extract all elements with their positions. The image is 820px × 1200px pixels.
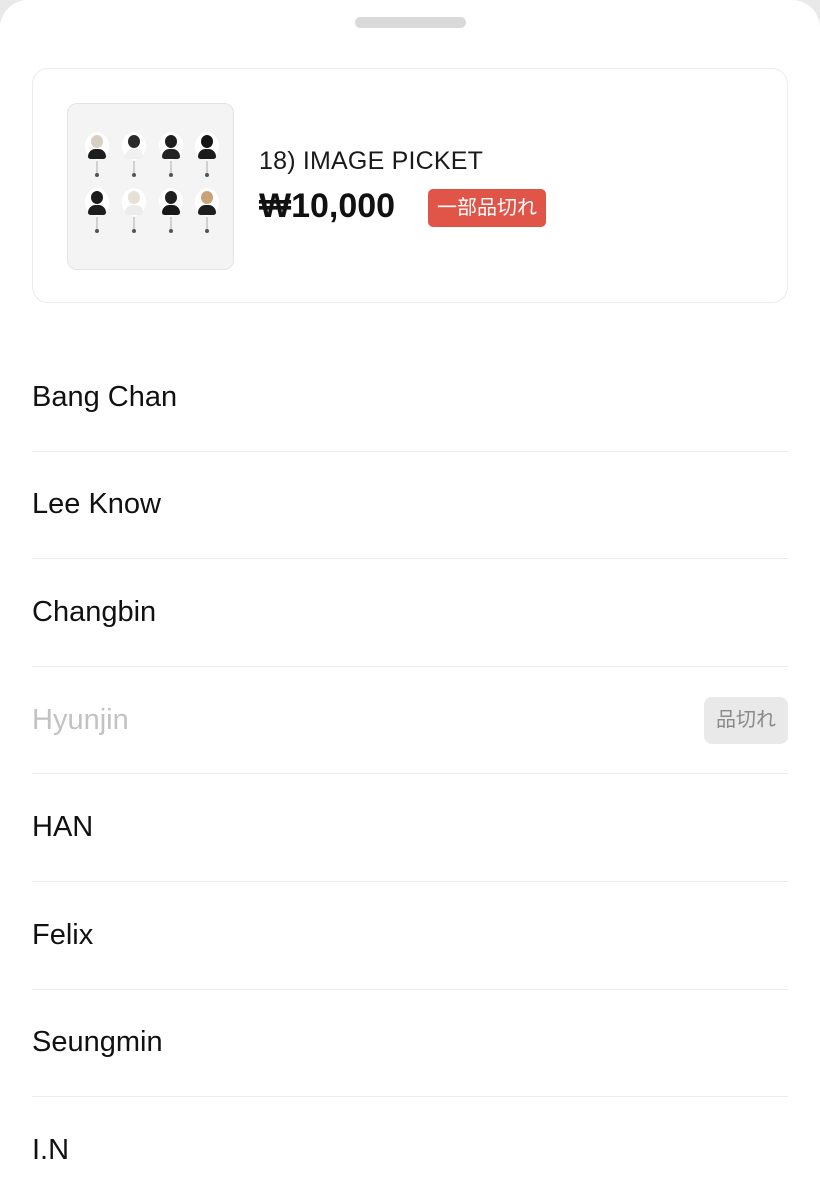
picket-icon — [115, 132, 152, 188]
option-label: Hyunjin — [32, 703, 129, 736]
option-hyunjin: Hyunjin 品切れ — [32, 667, 788, 775]
picket-icon — [152, 132, 189, 188]
product-thumbnail — [67, 103, 234, 270]
option-label: I.N — [32, 1134, 70, 1167]
product-price: ₩10,000 — [259, 187, 396, 225]
sold-out-badge: 品切れ — [704, 696, 788, 744]
option-select-sheet: 18) IMAGE PICKET ₩10,000 一部品切れ Bang Chan… — [0, 0, 820, 1200]
picket-icon — [188, 188, 225, 244]
picket-photo-set-icon — [78, 132, 225, 244]
sheet-drag-handle[interactable] — [355, 17, 466, 28]
picket-icon — [115, 188, 152, 244]
product-name: 18) IMAGE PICKET — [259, 147, 484, 175]
picket-icon — [152, 188, 189, 244]
picket-icon — [188, 132, 225, 188]
option-bang-chan[interactable]: Bang Chan — [32, 344, 788, 452]
option-seungmin[interactable]: Seungmin — [32, 990, 788, 1098]
picket-icon — [78, 188, 115, 244]
option-han[interactable]: HAN — [32, 774, 788, 882]
option-label: Seungmin — [32, 1026, 163, 1059]
member-option-list: Bang Chan Lee Know Changbin Hyunjin 品切れ … — [32, 344, 788, 1200]
option-label: Lee Know — [32, 488, 161, 521]
option-lee-know[interactable]: Lee Know — [32, 452, 788, 560]
product-summary-card: 18) IMAGE PICKET ₩10,000 一部品切れ — [32, 68, 788, 303]
option-label: HAN — [32, 811, 94, 844]
option-label: Felix — [32, 918, 94, 951]
option-label: Bang Chan — [32, 380, 178, 413]
option-felix[interactable]: Felix — [32, 882, 788, 990]
partial-sold-out-badge: 一部品切れ — [428, 189, 546, 227]
option-i-n[interactable]: I.N — [32, 1097, 788, 1200]
picket-icon — [78, 132, 115, 188]
option-label: Changbin — [32, 595, 157, 628]
option-changbin[interactable]: Changbin — [32, 559, 788, 667]
